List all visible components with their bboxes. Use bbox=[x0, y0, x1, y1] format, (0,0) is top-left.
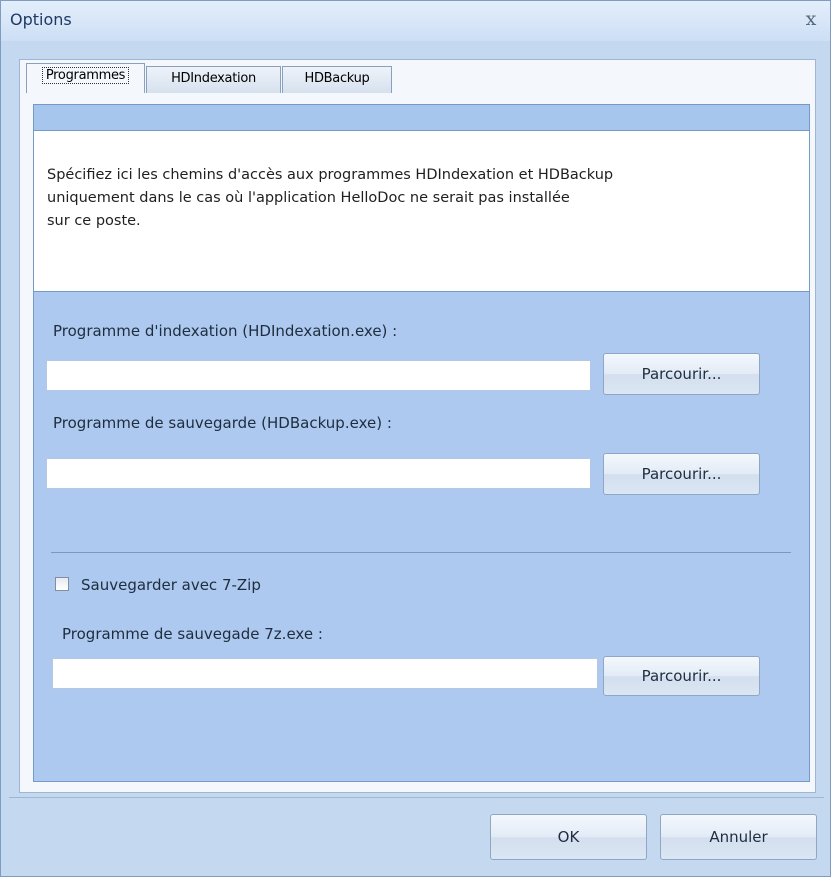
ok-button[interactable]: OK bbox=[490, 814, 647, 860]
panel-header-strip bbox=[34, 105, 809, 131]
backup-browse-button[interactable]: Parcourir... bbox=[603, 453, 760, 495]
tab-programmes-label: Programmes bbox=[41, 67, 130, 84]
indexation-browse-button[interactable]: Parcourir... bbox=[603, 353, 760, 395]
footer-divider bbox=[9, 797, 824, 798]
dialog-title: Options bbox=[10, 10, 72, 29]
indexation-label: Programme d'indexation (HDIndexation.exe… bbox=[53, 322, 398, 340]
section-divider bbox=[51, 552, 791, 553]
tab-hdindexation[interactable]: HDIndexation bbox=[146, 66, 281, 93]
sevenzip-path-input[interactable] bbox=[52, 658, 598, 689]
close-icon[interactable]: x bbox=[800, 8, 822, 30]
sevenzip-checkbox[interactable] bbox=[55, 577, 69, 591]
options-dialog: Options x Programmes HDIndexation HDBack… bbox=[0, 0, 831, 877]
tab-hdindexation-label: HDIndexation bbox=[171, 71, 256, 86]
sevenzip-program-label: Programme de sauvegade 7z.exe : bbox=[62, 625, 323, 643]
info-box: Spécifiez ici les chemins d'accès aux pr… bbox=[34, 131, 809, 292]
tab-programmes[interactable]: Programmes bbox=[26, 63, 145, 93]
sevenzip-checkbox-label[interactable]: Sauvegarder avec 7-Zip bbox=[81, 576, 261, 594]
cancel-button[interactable]: Annuler bbox=[660, 814, 817, 860]
backup-path-input[interactable] bbox=[46, 458, 591, 489]
indexation-path-input[interactable] bbox=[46, 360, 591, 391]
tab-hdbackup[interactable]: HDBackup bbox=[282, 66, 392, 93]
title-bar[interactable]: Options x bbox=[1, 1, 830, 41]
backup-label: Programme de sauvegarde (HDBackup.exe) : bbox=[53, 414, 392, 432]
sevenzip-browse-button[interactable]: Parcourir... bbox=[603, 656, 760, 696]
tab-hdbackup-label: HDBackup bbox=[304, 71, 370, 86]
info-text: Spécifiez ici les chemins d'accès aux pr… bbox=[47, 167, 614, 229]
